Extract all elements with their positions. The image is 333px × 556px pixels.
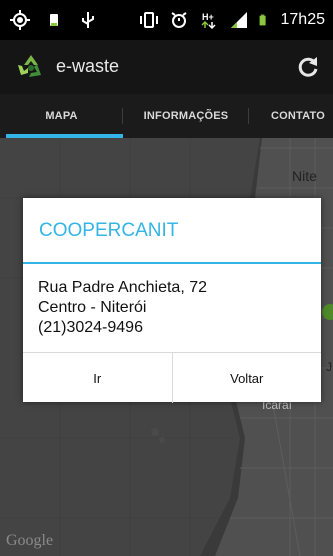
dialog-message: Rua Padre Anchieta, 72 Centro - Niterói … (38, 278, 207, 338)
status-time: 17h25 (280, 11, 326, 28)
refresh-icon[interactable] (293, 52, 323, 82)
back-button[interactable]: Voltar (173, 353, 322, 403)
location-dialog: COOPERCANIT Rua Padre Anchieta, 72 Centr… (23, 198, 321, 403)
map-label-j: J (326, 360, 332, 374)
action-bar: e-waste (0, 40, 333, 94)
tab-contato[interactable]: CONTATO (249, 94, 333, 138)
android-notification-icon (50, 14, 58, 26)
tab-informacoes-label: INFORMAÇÕES (143, 110, 229, 122)
go-button-label: Ir (93, 370, 102, 386)
recycle-logo-icon[interactable] (16, 53, 46, 81)
svg-text:H+: H+ (202, 12, 214, 22)
signal-icon (230, 12, 247, 28)
go-button[interactable]: Ir (23, 353, 173, 403)
battery-icon (259, 14, 266, 26)
tab-informacoes[interactable]: INFORMAÇÕES (123, 94, 249, 138)
back-button-label: Voltar (230, 370, 264, 386)
address-line-2: Centro - Niterói (38, 299, 147, 316)
map-label-niteroi: Nite (292, 168, 317, 184)
status-bar: H+ 17h25 (0, 0, 333, 40)
phone-number: (21)3024-9496 (38, 319, 143, 336)
app-title: e-waste (56, 56, 120, 76)
tab-mapa-label: MAPA (45, 110, 78, 122)
vibrate-icon (139, 12, 158, 28)
google-attribution: Google (6, 532, 54, 549)
address-line-1: Rua Padre Anchieta, 72 (38, 279, 208, 296)
tab-contato-label: CONTATO (271, 110, 325, 122)
hspa-data-icon: H+ (200, 12, 216, 30)
dialog-title-divider (23, 262, 321, 264)
tab-mapa[interactable]: MAPA (0, 94, 123, 138)
tab-bar: MAPA INFORMAÇÕES CONTATO (0, 94, 333, 138)
dialog-title: COOPERCANIT (39, 220, 179, 241)
usb-icon (82, 12, 94, 28)
alarm-icon (170, 12, 187, 28)
dialog-button-bar: Ir Voltar (23, 352, 321, 403)
gps-icon (10, 10, 30, 30)
